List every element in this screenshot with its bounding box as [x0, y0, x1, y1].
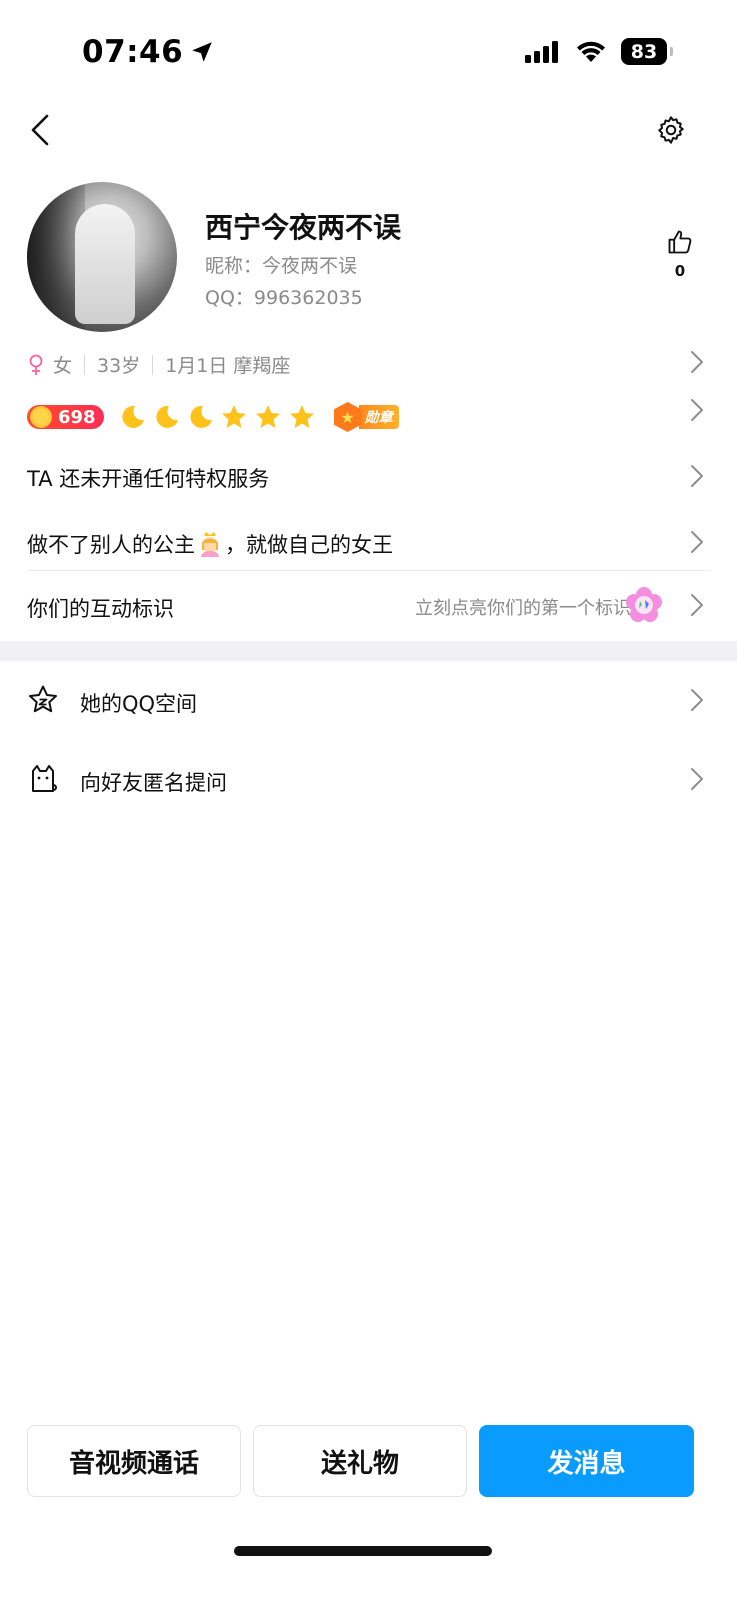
chevron-right-icon[interactable]	[689, 397, 705, 423]
anonymous-question-link[interactable]: 向好友匿名提问	[80, 767, 227, 797]
qzone-link[interactable]: 她的QQ空间	[80, 688, 197, 718]
signature-text-part2: ，就做自己的女王	[225, 533, 393, 557]
wifi-icon	[577, 41, 605, 62]
interaction-mark-label[interactable]: 你们的互动标识	[27, 593, 174, 623]
home-indicator[interactable]	[234, 1546, 492, 1556]
star-icon	[255, 405, 280, 428]
profile-qq-number: QQ：996362035	[205, 287, 363, 309]
profile-name: 西宁今夜两不误	[205, 211, 402, 244]
divider	[27, 570, 710, 571]
gender-label: 女	[53, 355, 73, 377]
medal-star-icon: ★	[333, 402, 362, 432]
status-time: 07:46	[82, 34, 215, 70]
badges-row[interactable]: 698 ★ 勋章	[27, 402, 399, 432]
basic-info-row[interactable]: 女 33岁 1月1日 摩羯座	[27, 351, 290, 378]
section-separator	[0, 641, 737, 661]
cat-icon	[32, 765, 57, 792]
star-face-icon	[29, 685, 57, 713]
star-icon	[221, 405, 246, 428]
chevron-right-icon[interactable]	[689, 766, 705, 792]
privilege-status[interactable]: TA 还未开通任何特权服务	[27, 463, 269, 493]
moon-icon	[122, 405, 144, 428]
age-label: 33岁	[97, 355, 141, 377]
flower-mark-icon	[626, 587, 662, 622]
gear-icon	[658, 116, 684, 144]
av-call-button[interactable]: 音视频通话	[27, 1425, 241, 1497]
status-icons: 83	[525, 38, 673, 65]
chevron-right-icon[interactable]	[689, 529, 705, 555]
signal-icon	[525, 40, 558, 63]
send-message-button[interactable]: 发消息	[479, 1425, 694, 1497]
medal-badge: ★ 勋章	[333, 402, 399, 432]
avatar[interactable]	[27, 182, 177, 332]
thumbs-up-icon	[668, 230, 692, 254]
moon-icon	[156, 405, 178, 428]
interaction-mark-hint: 立刻点亮你们的第一个标识	[415, 598, 631, 619]
chevron-right-icon[interactable]	[689, 463, 705, 489]
send-gift-button[interactable]: 送礼物	[253, 1425, 467, 1497]
profile-nickname: 昵称：今夜两不误	[205, 255, 358, 277]
signature-row[interactable]: 做不了别人的公主 ，就做自己的女王	[27, 529, 393, 559]
battery-indicator: 83	[621, 38, 673, 65]
moon-icon	[190, 405, 212, 428]
settings-button[interactable]	[651, 110, 691, 150]
female-icon	[29, 354, 43, 375]
like-count: 0	[674, 262, 686, 280]
signature-text-part1: 做不了别人的公主	[27, 533, 195, 557]
level-badge: 698	[27, 405, 104, 429]
birthday-label: 1月1日 摩羯座	[165, 355, 291, 377]
chevron-right-icon[interactable]	[689, 349, 705, 375]
sun-icon	[30, 406, 52, 428]
star-icon	[289, 405, 314, 428]
like-button[interactable]: 0	[660, 228, 700, 280]
princess-emoji-icon	[201, 532, 219, 557]
back-button[interactable]	[20, 110, 60, 150]
chevron-right-icon[interactable]	[689, 687, 705, 713]
location-arrow-icon	[192, 42, 212, 62]
chevron-right-icon[interactable]	[689, 592, 705, 618]
chevron-left-icon	[31, 114, 49, 146]
